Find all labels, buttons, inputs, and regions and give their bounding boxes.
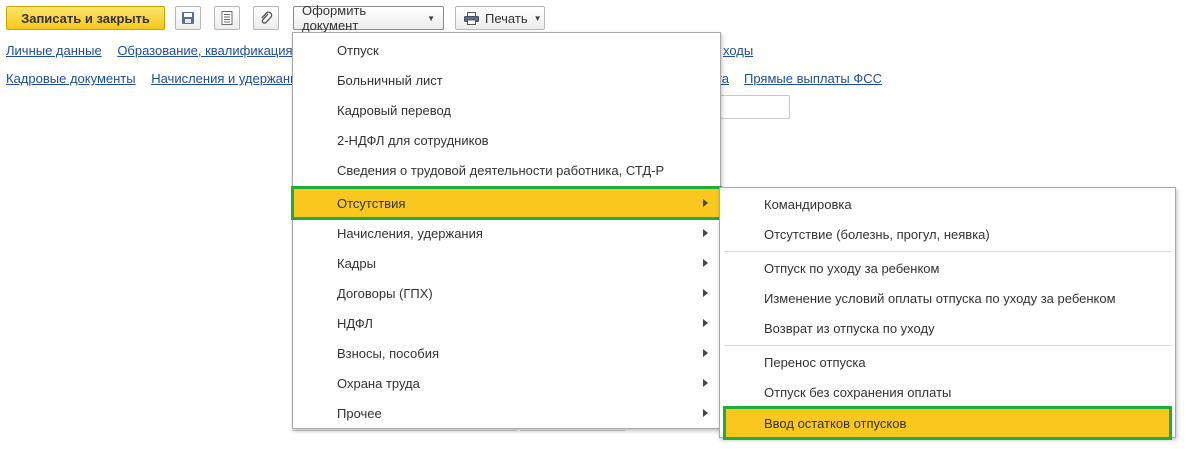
chevron-right-icon (703, 319, 708, 327)
menu-item-label: НДФЛ (337, 315, 373, 331)
submenu-item-label: Перенос отпуска (764, 354, 866, 370)
menu-item-label: Больничный лист (337, 72, 443, 88)
attach-files-button[interactable] (253, 6, 279, 30)
submenu-item-business-trip[interactable]: Командировка (720, 189, 1175, 219)
submenu-item-label: Возврат из отпуска по уходу (764, 320, 935, 336)
link-education[interactable]: Образование, квалификация (117, 43, 292, 58)
create-document-menu: Отпуск Больничный лист Кадровый перевод … (291, 32, 722, 429)
submenu-item-leave-transfer[interactable]: Перенос отпуска (720, 347, 1175, 377)
chevron-right-icon (703, 409, 708, 417)
menu-item-contributions[interactable]: Взносы, пособия (293, 338, 720, 368)
chevron-right-icon (703, 379, 708, 387)
chevron-right-icon (703, 199, 708, 207)
print-dropdown[interactable]: Печать ▼ (455, 6, 545, 30)
document-list-button[interactable] (214, 6, 240, 30)
printer-icon (464, 11, 479, 25)
floppy-disk-icon (181, 11, 195, 25)
paperclip-icon (259, 11, 273, 25)
chevron-down-icon: ▼ (427, 13, 435, 23)
link-fss-direct-payments[interactable]: Прямые выплаты ФСС (744, 71, 882, 86)
menu-separator (297, 186, 716, 187)
submenu-item-label: Отсутствие (болезнь, прогул, неявка) (764, 226, 990, 242)
menu-item-label: Прочее (337, 405, 382, 421)
link-partial-income[interactable]: ходы (723, 43, 753, 58)
chevron-right-icon (703, 259, 708, 267)
submenu-item-label: Изменение условий оплаты отпуска по уход… (764, 290, 1116, 306)
submenu-item-label: Отпуск без сохранения оплаты (764, 384, 952, 400)
save-button[interactable] (175, 6, 201, 30)
menu-item-personnel[interactable]: Кадры (293, 248, 720, 278)
form-toolbar: Записать и закрыть Оформить документ ▼ П… (0, 0, 1189, 36)
background-input-field[interactable] (720, 95, 790, 119)
link-accruals[interactable]: Начисления и удержани (151, 71, 297, 86)
nav-links-row-2: Кадровые документы Начисления и удержани (6, 71, 309, 86)
absences-submenu: Командировка Отсутствие (болезнь, прогул… (719, 187, 1176, 440)
create-document-dropdown[interactable]: Оформить документ ▼ (293, 3, 444, 33)
menu-item-contracts[interactable]: Договоры (ГПХ) (293, 278, 720, 308)
menu-item-ndfl[interactable]: НДФЛ (293, 308, 720, 338)
background-divider (292, 430, 517, 431)
menu-item-label: Начисления, удержания (337, 225, 483, 241)
menu-item-label: Сведения о трудовой деятельности работни… (337, 162, 665, 178)
submenu-item-childcare-pay-change[interactable]: Изменение условий оплаты отпуска по уход… (720, 283, 1175, 313)
menu-item-vacation[interactable]: Отпуск (293, 35, 720, 65)
print-label: Печать (485, 10, 528, 26)
submenu-item-label: Отпуск по уходу за ребенком (764, 260, 940, 276)
menu-item-label: Договоры (ГПХ) (337, 285, 433, 301)
menu-item-label: Кадры (337, 255, 376, 271)
document-list-icon (221, 11, 233, 25)
chevron-right-icon (703, 229, 708, 237)
menu-item-labor-safety[interactable]: Охрана труда (293, 368, 720, 398)
menu-item-label: Охрана труда (337, 375, 420, 391)
menu-separator (724, 251, 1171, 252)
save-and-close-button[interactable]: Записать и закрыть (6, 6, 165, 30)
submenu-item-label: Командировка (764, 196, 852, 212)
menu-item-label: Отпуск (337, 42, 379, 58)
link-hr-documents[interactable]: Кадровые документы (6, 71, 136, 86)
menu-item-label: Взносы, пособия (337, 345, 440, 361)
menu-item-2ndfl[interactable]: 2-НДФЛ для сотрудников (293, 125, 720, 155)
menu-item-label: Кадровый перевод (337, 102, 451, 118)
submenu-item-return-from-leave[interactable]: Возврат из отпуска по уходу (720, 313, 1175, 343)
submenu-item-label: Ввод остатков отпусков (764, 415, 907, 431)
menu-item-label: Отсутствия (337, 195, 406, 211)
submenu-item-childcare-leave[interactable]: Отпуск по уходу за ребенком (720, 253, 1175, 283)
chevron-right-icon (703, 349, 708, 357)
menu-separator (724, 345, 1171, 346)
menu-item-sick-leave[interactable]: Больничный лист (293, 65, 720, 95)
submenu-item-leave-balances[interactable]: Ввод остатков отпусков (723, 406, 1172, 440)
menu-item-absences[interactable]: Отсутствия (291, 186, 722, 220)
submenu-item-absence[interactable]: Отсутствие (болезнь, прогул, неявка) (720, 219, 1175, 249)
menu-item-transfer[interactable]: Кадровый перевод (293, 95, 720, 125)
background-divider (520, 430, 625, 431)
menu-item-label: 2-НДФЛ для сотрудников (337, 132, 489, 148)
save-and-close-label: Записать и закрыть (21, 10, 150, 26)
menu-item-accruals[interactable]: Начисления, удержания (293, 218, 720, 248)
link-personal-data[interactable]: Личные данные (6, 43, 102, 58)
menu-item-std-r[interactable]: Сведения о трудовой деятельности работни… (293, 155, 720, 185)
chevron-right-icon (703, 289, 708, 297)
chevron-down-icon: ▼ (533, 13, 542, 23)
nav-links-row-1: Личные данные Образование, квалификация (6, 43, 305, 58)
create-document-label: Оформить документ (302, 3, 367, 33)
submenu-item-unpaid-leave[interactable]: Отпуск без сохранения оплаты (720, 377, 1175, 407)
menu-item-other[interactable]: Прочее (293, 398, 720, 428)
